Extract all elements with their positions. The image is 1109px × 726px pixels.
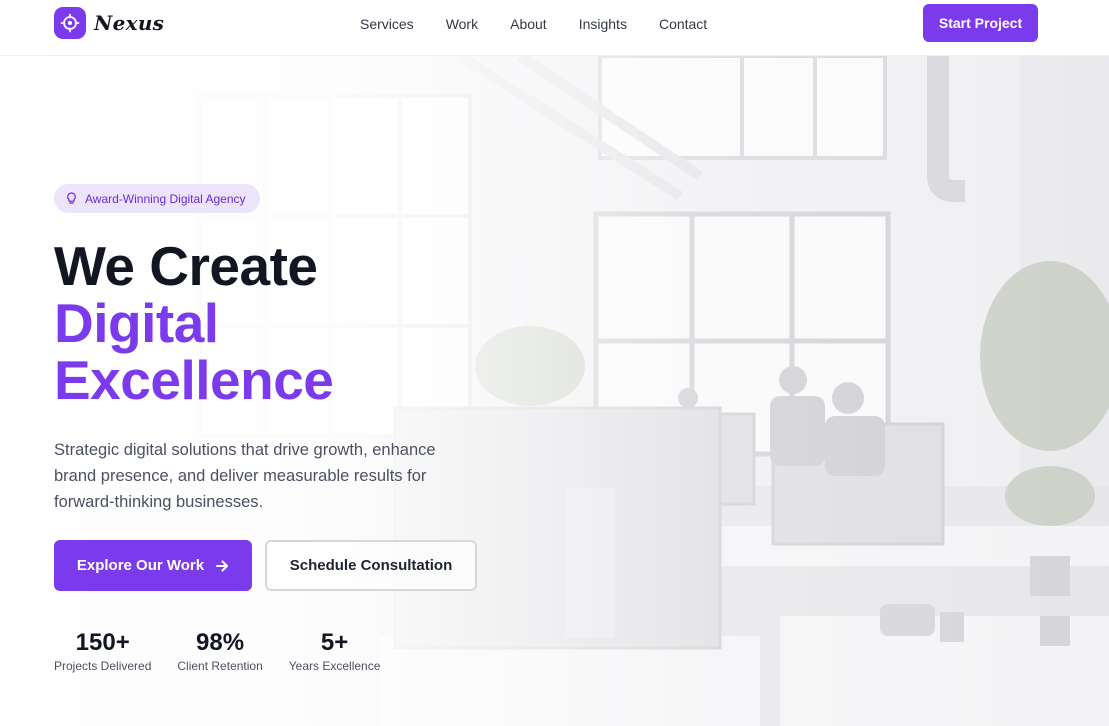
nav-item-insights[interactable]: Insights — [579, 15, 627, 33]
stat-label: Projects Delivered — [54, 659, 152, 673]
stat-projects: 150+ Projects Delivered — [54, 628, 151, 673]
award-badge: Award-Winning Digital Agency — [54, 184, 260, 213]
nav-item-contact[interactable]: Contact — [659, 15, 707, 33]
stats-row: 150+ Projects Delivered 98% Client Reten… — [54, 628, 406, 673]
brand-name: Nexus — [94, 11, 165, 35]
site-header: Nexus Services Work About Insights Conta… — [0, 0, 1109, 56]
badge-text: Award-Winning Digital Agency — [85, 191, 246, 206]
nav-item-work[interactable]: Work — [446, 15, 478, 33]
explore-our-work-button[interactable]: Explore Our Work — [54, 540, 252, 591]
stat-label: Years Excellence — [288, 659, 381, 673]
stat-years: 5+ Years Excellence — [289, 628, 381, 673]
nav-item-about[interactable]: About — [510, 15, 547, 33]
start-project-button[interactable]: Start Project — [923, 4, 1038, 42]
stat-value: 5+ — [320, 629, 349, 656]
explore-our-work-label: Explore Our Work — [76, 557, 205, 574]
stat-value: 150+ — [75, 629, 130, 656]
stat-value: 98% — [196, 629, 245, 656]
hero-subtext: Strategic digital solutions that drive g… — [54, 441, 436, 511]
headline-line-3: Excellence — [54, 349, 334, 411]
lightbulb-icon — [66, 192, 77, 205]
crosshair-icon — [54, 7, 86, 39]
main-nav: Services Work About Insights Contact — [360, 15, 739, 33]
hero-headline: We Create Digital Excellence — [54, 235, 334, 411]
logo[interactable]: Nexus — [54, 7, 164, 39]
schedule-consultation-button[interactable]: Schedule Consultation — [265, 540, 477, 591]
arrow-right-icon — [216, 560, 229, 572]
stat-label: Client Retention — [177, 659, 263, 673]
headline-line-1: We Create — [54, 235, 318, 297]
headline-line-2: Digital — [54, 292, 219, 354]
stat-retention: 98% Client Retention — [177, 628, 262, 673]
nav-item-services[interactable]: Services — [360, 15, 414, 33]
